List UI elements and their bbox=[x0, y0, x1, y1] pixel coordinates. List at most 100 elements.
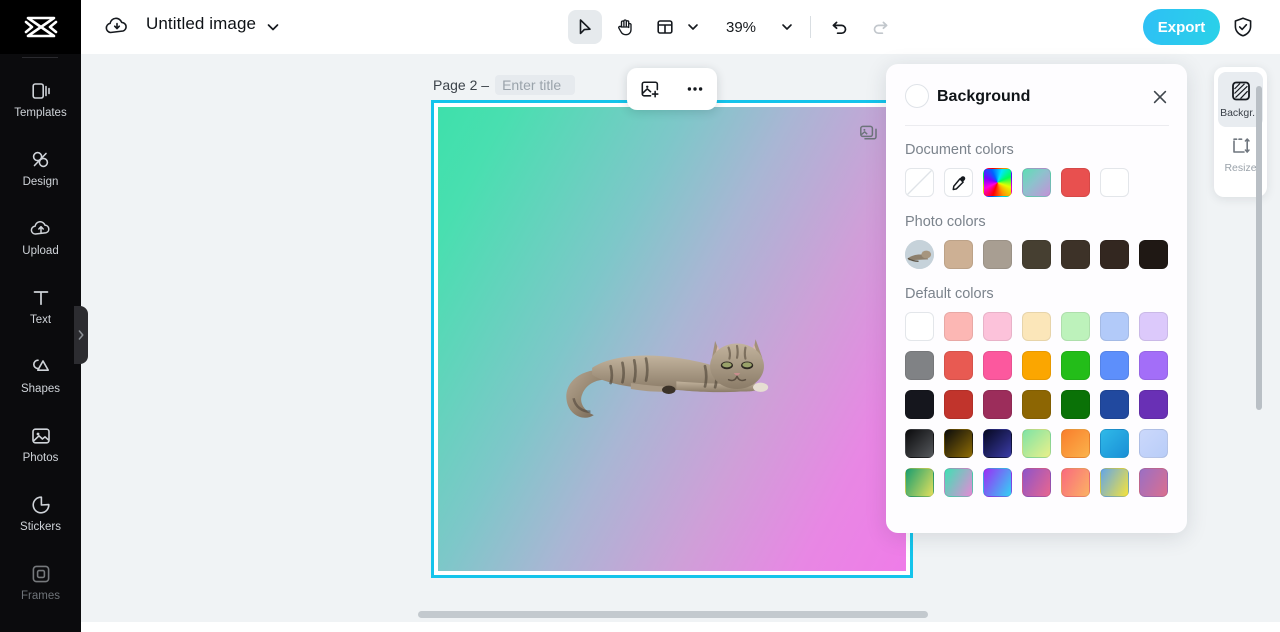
cat-image-object[interactable] bbox=[550, 316, 803, 437]
teal-pink-gradient-swatch[interactable] bbox=[944, 468, 973, 497]
sticker-icon bbox=[31, 496, 50, 514]
sidebar-item-label: Photos bbox=[22, 452, 59, 464]
dark-purple-swatch[interactable] bbox=[1139, 390, 1168, 419]
dark-green-swatch[interactable] bbox=[1061, 390, 1090, 419]
light-cream-swatch[interactable] bbox=[1022, 312, 1051, 341]
close-panel-button[interactable] bbox=[1149, 86, 1171, 108]
blue-yellow-gradient-swatch[interactable] bbox=[1100, 468, 1129, 497]
sidebar-item-frames[interactable]: Frames bbox=[0, 554, 81, 610]
white-swatch[interactable] bbox=[905, 312, 934, 341]
vertical-scrollbar[interactable] bbox=[1256, 86, 1262, 410]
sidebar-item-templates[interactable]: Templates bbox=[0, 71, 81, 127]
white-swatch[interactable] bbox=[1100, 168, 1129, 197]
purple-cyan-gradient-swatch[interactable] bbox=[983, 468, 1012, 497]
maroon-swatch[interactable] bbox=[983, 390, 1012, 419]
sidebar-item-photos[interactable]: Photos bbox=[0, 416, 81, 472]
dark-red-swatch[interactable] bbox=[944, 390, 973, 419]
sidebar-item-stickers[interactable]: Stickers bbox=[0, 485, 81, 541]
default-colors-row bbox=[905, 468, 1187, 497]
page-title-input[interactable] bbox=[495, 75, 576, 95]
hand-tool-button[interactable] bbox=[608, 10, 642, 44]
chevron-right-icon bbox=[78, 330, 84, 340]
layout-dropdown-caret[interactable] bbox=[682, 12, 704, 42]
page-canvas-frame[interactable] bbox=[431, 100, 913, 578]
red-swatch[interactable] bbox=[944, 351, 973, 380]
eyedropper-swatch[interactable] bbox=[944, 168, 973, 197]
current-background-swatch[interactable] bbox=[905, 84, 929, 108]
sidebar-item-shapes[interactable]: Shapes bbox=[0, 347, 81, 403]
dark-olive-swatch[interactable] bbox=[1022, 240, 1051, 269]
dock-item-label: Backgr... bbox=[1220, 107, 1261, 119]
left-sidebar-rail: Templates Design Upload Text Shapes Phot… bbox=[0, 54, 81, 632]
dark-brown-swatch[interactable] bbox=[1061, 240, 1090, 269]
design-icon bbox=[32, 151, 48, 168]
light-green-swatch[interactable] bbox=[1061, 312, 1090, 341]
light-salmon-swatch[interactable] bbox=[944, 312, 973, 341]
background-panel: Background Document colors Photo colors … bbox=[886, 64, 1187, 533]
transparent-swatch[interactable] bbox=[905, 168, 934, 197]
horizontal-scrollbar[interactable] bbox=[418, 611, 928, 618]
sidebar-expand-handle[interactable] bbox=[74, 306, 88, 364]
layout-tool-button[interactable] bbox=[648, 10, 682, 44]
sidebar-item-text[interactable]: Text bbox=[0, 278, 81, 334]
sidebar-item-upload[interactable]: Upload bbox=[0, 209, 81, 265]
pale-blue-gradient-swatch[interactable] bbox=[1139, 429, 1168, 458]
duplicate-page-button[interactable] bbox=[858, 122, 880, 144]
pink-swatch[interactable] bbox=[983, 351, 1012, 380]
chevron-down-icon bbox=[688, 24, 698, 30]
chevron-down-icon[interactable] bbox=[264, 18, 282, 36]
light-pink-swatch[interactable] bbox=[983, 312, 1012, 341]
sidebar-item-label: Upload bbox=[22, 245, 59, 257]
light-lavender-swatch[interactable] bbox=[1139, 312, 1168, 341]
rail-divider bbox=[22, 57, 58, 58]
green-swatch[interactable] bbox=[1061, 351, 1090, 380]
near-black-swatch[interactable] bbox=[1139, 240, 1168, 269]
sidebar-item-label: Text bbox=[29, 314, 52, 326]
black-gray-gradient-swatch[interactable] bbox=[905, 429, 934, 458]
sidebar-item-label: Stickers bbox=[20, 521, 61, 533]
shield-check-icon[interactable] bbox=[1232, 16, 1254, 38]
black-swatch[interactable] bbox=[905, 390, 934, 419]
purple-pink-gradient-swatch[interactable] bbox=[1022, 468, 1051, 497]
rainbow-picker-swatch[interactable] bbox=[983, 168, 1012, 197]
darker-brown-swatch[interactable] bbox=[1100, 240, 1129, 269]
cyan-blue-gradient-swatch[interactable] bbox=[1100, 429, 1129, 458]
export-button[interactable]: Export bbox=[1143, 9, 1220, 45]
select-tool-button[interactable] bbox=[568, 10, 602, 44]
zoom-level-label[interactable]: 39% bbox=[718, 19, 764, 36]
add-image-button[interactable] bbox=[635, 74, 665, 104]
brand-logo-cell[interactable] bbox=[0, 0, 81, 54]
pink-orange-gradient-swatch[interactable] bbox=[1061, 468, 1090, 497]
orange-swatch[interactable] bbox=[1022, 351, 1051, 380]
cloud-sync-icon[interactable] bbox=[104, 15, 130, 39]
blue-swatch[interactable] bbox=[1100, 351, 1129, 380]
navy-gradient-swatch[interactable] bbox=[983, 429, 1012, 458]
purple-swatch[interactable] bbox=[1139, 351, 1168, 380]
gray-swatch[interactable] bbox=[905, 351, 934, 380]
dark-gold-swatch[interactable] bbox=[1022, 390, 1051, 419]
page-background[interactable] bbox=[438, 107, 906, 571]
gradient-teal-purple-swatch[interactable] bbox=[1022, 168, 1051, 197]
navy-blue-swatch[interactable] bbox=[1100, 390, 1129, 419]
warm-gray-swatch[interactable] bbox=[983, 240, 1012, 269]
orange-gradient-swatch[interactable] bbox=[1061, 429, 1090, 458]
green-yellow-gradient-2-swatch[interactable] bbox=[905, 468, 934, 497]
purple-rose-gradient-swatch[interactable] bbox=[1139, 468, 1168, 497]
red-swatch[interactable] bbox=[1061, 168, 1090, 197]
zoom-dropdown-caret[interactable] bbox=[776, 12, 798, 42]
tan-swatch[interactable] bbox=[944, 240, 973, 269]
undo-button[interactable] bbox=[823, 10, 857, 44]
default-colors-row bbox=[905, 429, 1187, 458]
green-yellow-gradient-swatch[interactable] bbox=[1022, 429, 1051, 458]
more-options-button[interactable] bbox=[680, 74, 710, 104]
sidebar-item-design[interactable]: Design bbox=[0, 140, 81, 196]
undo-arrow-icon bbox=[832, 21, 847, 35]
redo-button[interactable] bbox=[863, 10, 897, 44]
document-title[interactable]: Untitled image bbox=[146, 14, 256, 34]
black-gold-gradient-swatch[interactable] bbox=[944, 429, 973, 458]
sidebar-item-label: Templates bbox=[14, 107, 67, 119]
light-blue-swatch[interactable] bbox=[1100, 312, 1129, 341]
bottom-strip bbox=[81, 622, 1280, 632]
section-label: Photo colors bbox=[905, 214, 986, 230]
photo-thumbnail-swatch[interactable] bbox=[905, 240, 934, 269]
